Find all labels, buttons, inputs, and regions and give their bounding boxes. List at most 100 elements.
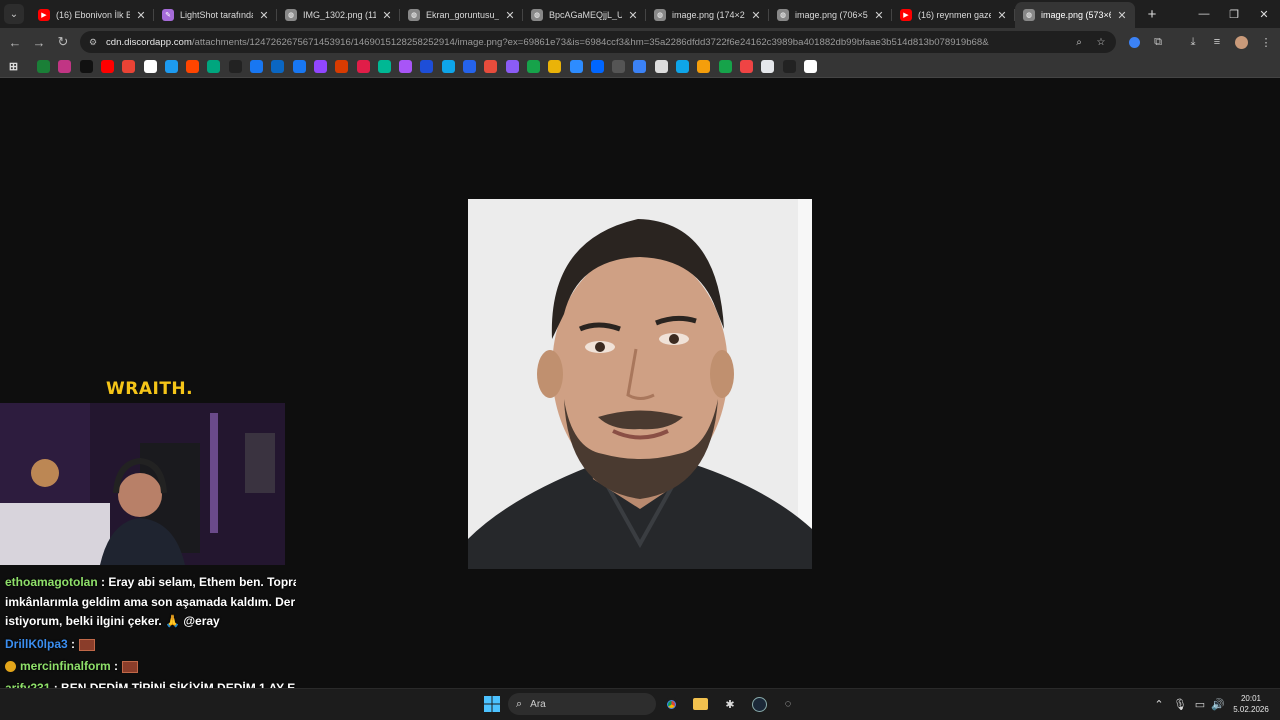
bookmark-favicon-icon[interactable] (186, 60, 200, 73)
clock-date: 5.02.2026 (1233, 705, 1269, 714)
reading-list-icon[interactable]: ≡ (1207, 32, 1227, 52)
zoom-icon[interactable]: ⌕ (1072, 35, 1086, 49)
address-bar[interactable]: ⚙ cdn.discordapp.com/attachments/1247262… (80, 31, 1116, 53)
restore-icon[interactable]: ❐ (1218, 0, 1250, 28)
bookmark-favicon-icon[interactable] (739, 60, 753, 73)
bookmark-favicon-icon[interactable] (399, 60, 413, 73)
tab-close-icon[interactable]: ✕ (626, 9, 640, 22)
extensions-puzzle-icon[interactable]: ⧉ (1148, 32, 1168, 52)
bookmark-favicon-icon[interactable] (654, 60, 668, 73)
taskbar-search[interactable]: ⌕ Ara (508, 693, 656, 715)
chat-message: DrillK0lpa3 : (5, 637, 96, 651)
tab-close-icon[interactable]: ✕ (257, 9, 271, 22)
bookmark-favicon-icon[interactable] (441, 60, 455, 73)
bookmark-favicon-icon[interactable] (250, 60, 263, 73)
bookmark-favicon-icon[interactable] (782, 60, 796, 73)
bookmark-favicon-icon[interactable] (292, 60, 306, 73)
chat-text: istiyorum, belki ilgini çeker. 🙏 @eray (5, 614, 220, 628)
bookmark-favicon-icon[interactable] (58, 60, 72, 73)
bookmark-favicon-icon[interactable] (420, 60, 434, 73)
bookmark-favicon-icon[interactable] (612, 60, 626, 73)
download-icon[interactable]: ⤓ (1183, 32, 1203, 52)
back-icon[interactable]: ← (3, 30, 27, 54)
app-icon[interactable]: ✱ (720, 694, 740, 714)
apps-grid-icon[interactable]: ⊞ (7, 60, 20, 73)
bookmark-favicon-icon[interactable] (505, 60, 519, 73)
chrome-icon[interactable] (661, 694, 681, 714)
tab-close-icon[interactable]: ✕ (995, 9, 1009, 22)
bookmark-favicon-icon[interactable] (228, 60, 242, 73)
close-window-icon[interactable]: ✕ (1248, 0, 1280, 28)
displayed-image[interactable] (468, 199, 812, 569)
bookmark-favicon-icon[interactable] (569, 60, 583, 73)
site-info-icon[interactable]: ⚙ (86, 35, 100, 49)
file-explorer-icon[interactable] (690, 694, 710, 714)
tab-close-icon[interactable]: ✕ (503, 9, 517, 22)
profile-avatar[interactable] (1231, 32, 1251, 52)
chat-message: mercinfinalform : (5, 659, 139, 673)
minimize-icon[interactable]: — (1188, 0, 1220, 28)
tab-list: ▶ (16) Ebonivon İlk Bağ ✕ ✎ LightShot tarafı… (30, 0, 1135, 28)
bookmark-favicon-icon[interactable] (122, 60, 136, 73)
network-icon[interactable]: ▭ (1190, 694, 1210, 714)
chat-text: : Eray abi selam, Ethem ben. Topra (97, 575, 296, 589)
tab-search-button[interactable]: ⌄ (4, 4, 24, 24)
bookmark-favicon-icon[interactable] (356, 60, 370, 73)
tab-title: image.png (573×616) (1041, 10, 1111, 20)
tab[interactable]: ◍ image.png (706×532) ✕ (769, 2, 892, 28)
url-text[interactable]: cdn.discordapp.com/attachments/124726267… (106, 37, 1066, 48)
chat-username[interactable]: DrillK0lpa3 (5, 637, 68, 651)
reload-icon[interactable]: ↻ (51, 30, 75, 54)
bookmark-star-icon[interactable]: ☆ (1094, 35, 1108, 49)
chat-username[interactable]: arifv231 (5, 681, 50, 688)
bookmark-favicon-icon[interactable] (377, 60, 391, 73)
new-tab-button[interactable]: + (1141, 6, 1163, 23)
bookmark-favicon-icon[interactable] (79, 60, 93, 73)
bookmark-favicon-icon[interactable] (207, 60, 221, 73)
bookmark-favicon-icon[interactable] (335, 60, 349, 73)
tab-close-icon[interactable]: ✕ (749, 9, 763, 22)
tab[interactable]: ◍ IMG_1302.png (1146 ✕ (277, 2, 400, 28)
tab-close-icon[interactable]: ✕ (380, 9, 394, 22)
bookmark-favicon-icon[interactable] (633, 60, 647, 73)
tab-close-icon[interactable]: ✕ (1115, 9, 1129, 22)
tab[interactable]: ▶ (16) reynmen gazete ✕ (892, 2, 1015, 28)
speaker-icon[interactable]: 🔊 (1208, 694, 1228, 714)
tab-title: image.png (706×532) (795, 10, 868, 20)
bookmark-favicon-icon[interactable] (143, 60, 157, 73)
bookmark-favicon-icon[interactable] (526, 60, 540, 73)
steam-icon[interactable] (749, 694, 769, 714)
tab-close-icon[interactable]: ✕ (134, 9, 148, 22)
tab[interactable]: ▶ (16) Ebonivon İlk Bağ ✕ (30, 2, 154, 28)
menu-icon[interactable]: ⋮ (1256, 32, 1276, 52)
bookmark-favicon-icon[interactable] (676, 60, 689, 73)
bookmark-favicon-icon[interactable] (718, 60, 732, 73)
chat-username[interactable]: mercinfinalform (20, 659, 111, 673)
bookmark-favicon-icon[interactable] (164, 60, 178, 73)
bookmark-favicon-icon[interactable] (463, 60, 476, 73)
bookmark-favicon-icon[interactable] (100, 60, 114, 73)
tab[interactable]: ◍ image.png (174×264) ✕ (646, 2, 769, 28)
chat-username[interactable]: ethoamagotolan (5, 575, 98, 589)
extension-icon[interactable] (1124, 32, 1144, 52)
tab[interactable]: ◍ Ekran_goruntusu_202 ✕ (400, 2, 523, 28)
bookmark-favicon-icon[interactable] (37, 60, 50, 73)
bookmark-favicon-icon[interactable] (697, 60, 711, 73)
microphone-icon[interactable]: 🎙 (1170, 694, 1190, 714)
bookmark-favicon-icon[interactable] (803, 60, 817, 73)
tab[interactable]: ◍ image.png (573×616) ✕ (1015, 2, 1135, 28)
bookmark-favicon-icon[interactable] (313, 60, 327, 73)
windows-start-icon[interactable] (482, 694, 502, 714)
bookmark-favicon-icon[interactable] (548, 60, 562, 73)
bookmark-favicon-icon[interactable] (271, 60, 285, 73)
forward-icon[interactable]: → (27, 30, 51, 54)
tab[interactable]: ✎ LightShot tarafından ✕ (154, 2, 277, 28)
hidden-icons-chevron-icon[interactable]: ⌃ (1149, 694, 1169, 714)
bookmark-favicon-icon[interactable] (590, 60, 604, 73)
app-icon-2[interactable]: ◌ (778, 694, 798, 714)
tab[interactable]: ◍ BpcAGaMEQjjL_UOZ ✕ (523, 2, 646, 28)
tab-close-icon[interactable]: ✕ (872, 9, 886, 22)
bookmark-favicon-icon[interactable] (761, 60, 775, 73)
system-clock[interactable]: 20:01 5.02.2026 (1230, 693, 1272, 715)
bookmark-favicon-icon[interactable] (484, 60, 498, 73)
